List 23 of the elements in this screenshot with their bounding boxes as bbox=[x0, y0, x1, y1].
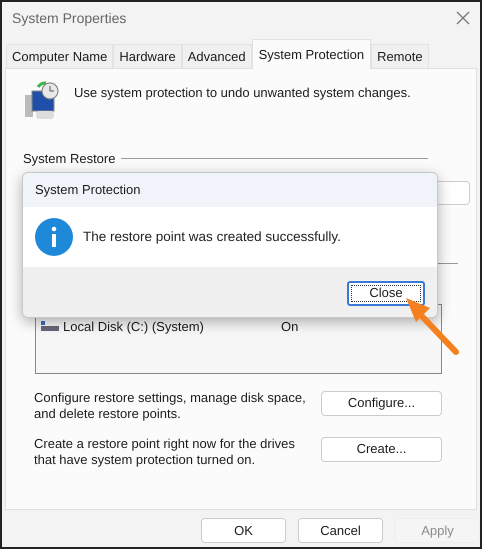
action-button[interactable]: Create... bbox=[321, 436, 442, 462]
tab[interactable]: System Protection bbox=[252, 39, 372, 69]
window-title: System Properties bbox=[12, 8, 126, 28]
intro-text: Use system protection to undo unwanted system changes. bbox=[74, 84, 411, 102]
dialog-message: The restore point was created successfully. bbox=[83, 228, 341, 246]
group-label: System Restore bbox=[23, 150, 116, 168]
close-icon[interactable] bbox=[456, 11, 470, 25]
tab[interactable]: Remote bbox=[371, 44, 429, 68]
drive-status: On bbox=[281, 318, 298, 336]
close-button[interactable]: Close bbox=[347, 280, 425, 306]
tab[interactable]: Computer Name bbox=[6, 44, 114, 68]
tab[interactable]: Advanced bbox=[182, 44, 252, 68]
drive-name: Local Disk (C:) (System) bbox=[63, 318, 205, 336]
action-description: Configure restore settings, manage disk space, and delete restore points. bbox=[34, 390, 307, 422]
dialog-button[interactable]: Cancel bbox=[298, 518, 383, 543]
info-icon bbox=[35, 218, 73, 256]
action-button[interactable]: Configure... bbox=[321, 390, 442, 416]
tab[interactable]: Hardware bbox=[113, 44, 182, 68]
arrow-annotation bbox=[404, 296, 462, 356]
drive-icon bbox=[41, 321, 59, 332]
dialog-title: System Protection bbox=[35, 181, 140, 200]
action-description: Create a restore point right now for the drives that have system protection turned on. bbox=[34, 436, 296, 468]
dialog-button[interactable]: OK bbox=[201, 518, 286, 543]
